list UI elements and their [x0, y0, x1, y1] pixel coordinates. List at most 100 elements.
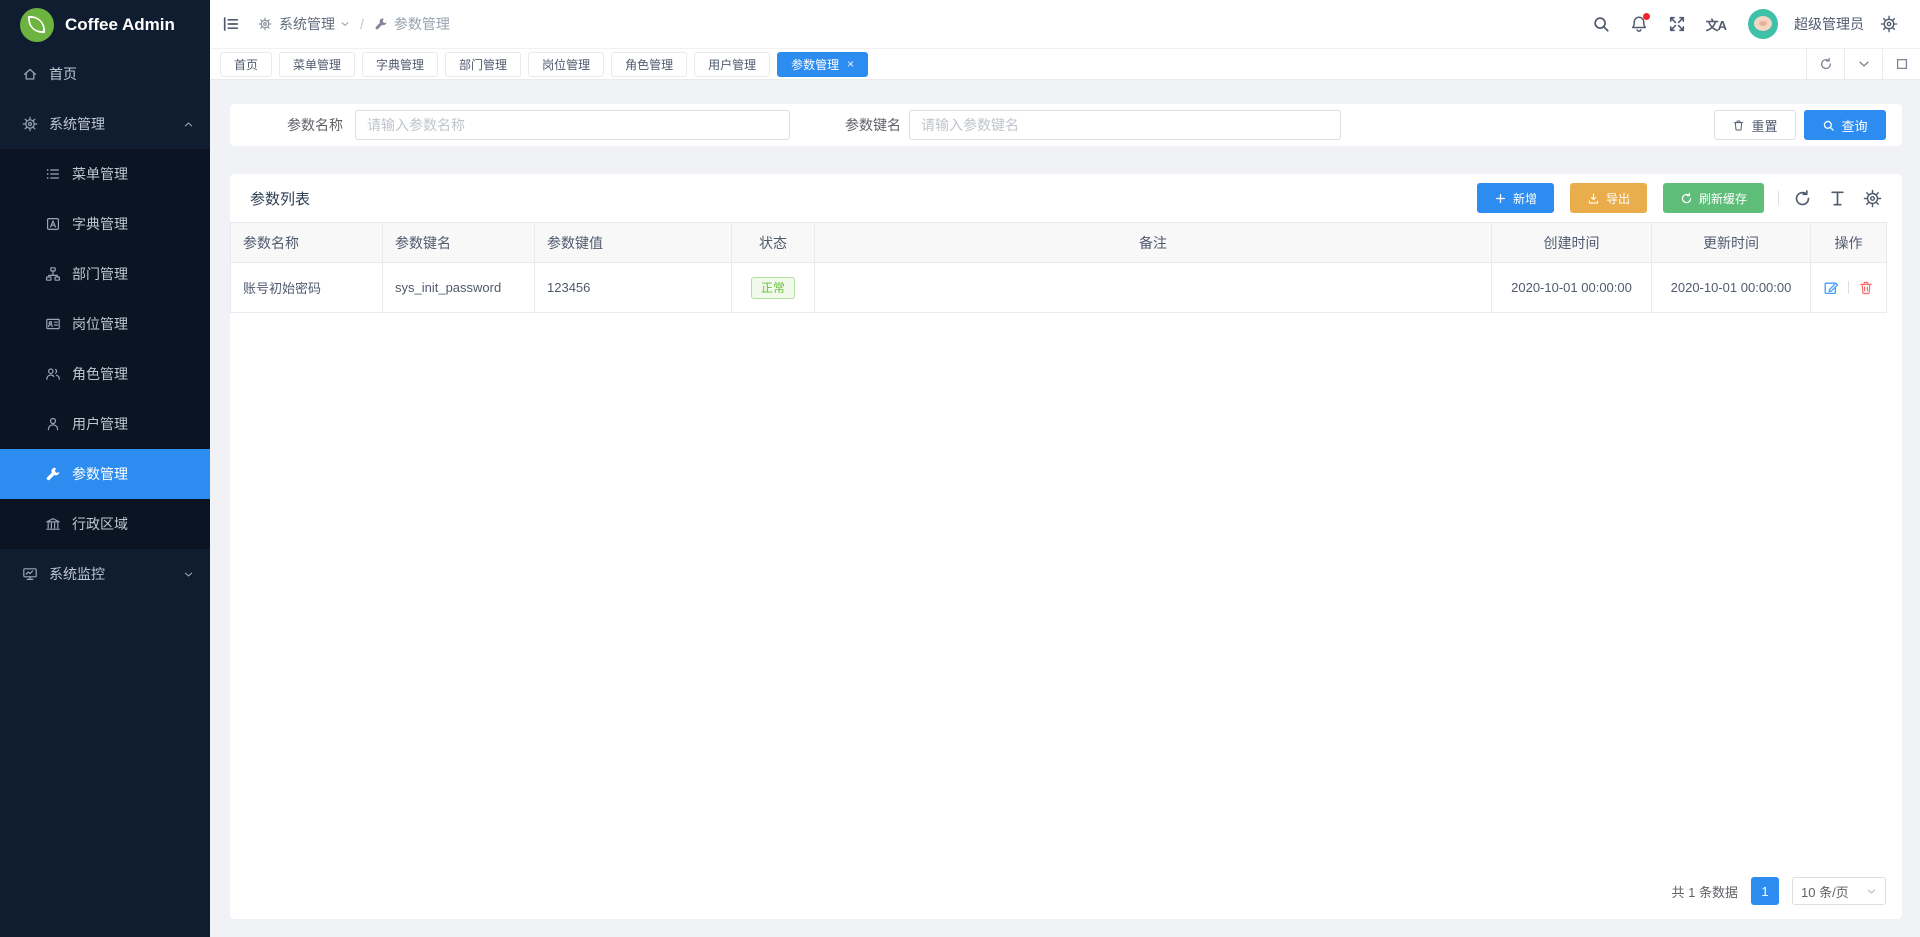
sidebar-item-label: 首页 — [49, 64, 77, 84]
user-name[interactable]: 超级管理员 — [1794, 14, 1864, 34]
menu-fold-icon[interactable] — [222, 15, 240, 33]
home-icon — [22, 66, 38, 82]
row-height-icon[interactable] — [1828, 189, 1847, 208]
search-form-card: 参数名称 参数键名 重置 查询 — [230, 104, 1902, 146]
param-table: 参数名称 参数键名 参数键值 状态 备注 创建时间 更新时间 操作 — [230, 222, 1887, 313]
search-icon[interactable] — [1592, 15, 1610, 33]
sidebar-item-system-management[interactable]: 系统管理 — [0, 99, 210, 149]
sidebar-item-param-management[interactable]: 参数管理 — [0, 449, 210, 499]
chevron-down-icon — [340, 19, 350, 29]
divider — [1848, 281, 1849, 294]
tab-user-management[interactable]: 用户管理 — [694, 52, 770, 77]
delete-icon[interactable] — [1858, 280, 1874, 296]
leaf-logo-icon — [20, 8, 54, 42]
tab-role-management[interactable]: 角色管理 — [611, 52, 687, 77]
translate-icon[interactable]: 文A — [1706, 15, 1726, 34]
tab-dict-management[interactable]: 字典管理 — [362, 52, 438, 77]
avatar[interactable] — [1748, 9, 1778, 39]
breadcrumb-page: 参数管理 — [374, 14, 450, 34]
sidebar-item-label: 行政区域 — [72, 514, 128, 534]
chevron-down-icon — [1866, 886, 1877, 897]
sidebar-item-label: 参数管理 — [72, 464, 128, 484]
monitor-icon — [22, 566, 38, 582]
sidebar-item-dict-management[interactable]: 字典管理 — [0, 199, 210, 249]
param-key-label: 参数键名 — [820, 115, 909, 135]
sidebar-item-label: 用户管理 — [72, 414, 128, 434]
tab-tools — [1806, 49, 1920, 79]
fullscreen-icon[interactable] — [1668, 15, 1686, 33]
sidebar-item-user-management[interactable]: 用户管理 — [0, 399, 210, 449]
chevron-down-icon — [1857, 57, 1871, 71]
col-update-time: 更新时间 — [1652, 223, 1811, 263]
cell-param-value: 123456 — [535, 263, 732, 313]
maximize-icon — [1895, 57, 1909, 71]
sidebar: Coffee Admin 首页 系统管理 菜单管理 字典管理 — [0, 0, 210, 937]
refresh-cache-button[interactable]: 刷新缓存 — [1663, 183, 1764, 213]
reset-button[interactable]: 重置 — [1714, 110, 1796, 140]
org-tree-icon — [45, 266, 61, 282]
tab-home[interactable]: 首页 — [220, 52, 272, 77]
wrench-icon — [45, 466, 61, 482]
tab-list-dropdown-button[interactable] — [1844, 49, 1882, 79]
cell-param-key: sys_init_password — [383, 263, 535, 313]
sidebar-item-dept-management[interactable]: 部门管理 — [0, 249, 210, 299]
notifications-button[interactable] — [1630, 15, 1648, 33]
page-number-button[interactable]: 1 — [1751, 877, 1779, 905]
content-area: 参数名称 参数键名 重置 查询 — [210, 80, 1920, 937]
app-logo[interactable]: Coffee Admin — [0, 0, 210, 49]
sidebar-item-role-management[interactable]: 角色管理 — [0, 349, 210, 399]
search-buttons: 重置 查询 — [1714, 110, 1886, 140]
list-icon — [45, 166, 61, 182]
col-remark: 备注 — [815, 223, 1492, 263]
sidebar-item-admin-region[interactable]: 行政区域 — [0, 499, 210, 549]
sidebar-item-menu-management[interactable]: 菜单管理 — [0, 149, 210, 199]
gear-icon — [22, 116, 38, 132]
tab-post-management[interactable]: 岗位管理 — [528, 52, 604, 77]
add-button[interactable]: 新增 — [1477, 183, 1554, 213]
refresh-table-icon[interactable] — [1793, 189, 1812, 208]
sidebar-item-label: 系统管理 — [49, 114, 105, 134]
app-root: Coffee Admin 首页 系统管理 菜单管理 字典管理 — [0, 0, 1920, 937]
tab-menu-management[interactable]: 菜单管理 — [279, 52, 355, 77]
main-column: 系统管理 / 参数管理 文A 超级管理员 — [210, 0, 1920, 937]
tab-dept-management[interactable]: 部门管理 — [445, 52, 521, 77]
table-header-row: 参数名称 参数键名 参数键值 状态 备注 创建时间 更新时间 操作 — [231, 223, 1887, 263]
sidebar-item-post-management[interactable]: 岗位管理 — [0, 299, 210, 349]
breadcrumb: 系统管理 / 参数管理 — [258, 14, 450, 34]
search-icon — [1822, 119, 1835, 132]
sidebar-item-label: 岗位管理 — [72, 314, 128, 334]
param-list-card: 参数列表 新增 导出 刷新缓存 — [230, 174, 1902, 919]
sidebar-menu: 首页 系统管理 菜单管理 字典管理 部门管理 — [0, 49, 210, 937]
param-name-input[interactable] — [355, 110, 790, 140]
col-param-name: 参数名称 — [231, 223, 383, 263]
edit-icon[interactable] — [1823, 280, 1839, 296]
export-button[interactable]: 导出 — [1570, 183, 1647, 213]
breadcrumb-section[interactable]: 系统管理 — [279, 14, 350, 34]
table-container: 参数名称 参数键名 参数键值 状态 备注 创建时间 更新时间 操作 — [230, 222, 1902, 313]
badge-icon — [45, 316, 61, 332]
close-icon[interactable]: × — [847, 57, 854, 71]
cell-actions — [1811, 263, 1887, 313]
tab-bar: 首页 菜单管理 字典管理 部门管理 岗位管理 角色管理 用户管理 参数管理 × — [210, 49, 1920, 80]
col-param-key: 参数键名 — [383, 223, 535, 263]
bank-icon — [45, 516, 61, 532]
pagination-total: 共 1 条数据 — [1672, 882, 1738, 901]
query-button[interactable]: 查询 — [1804, 110, 1886, 140]
status-badge: 正常 — [751, 277, 795, 299]
page-size-select[interactable]: 10 条/页 — [1792, 877, 1886, 905]
topbar-actions: 文A 超级管理员 — [1592, 9, 1898, 39]
refresh-tab-button[interactable] — [1806, 49, 1844, 79]
column-settings-gear-icon[interactable] — [1863, 189, 1882, 208]
cell-create-time: 2020-10-01 00:00:00 — [1492, 263, 1652, 313]
sidebar-item-home[interactable]: 首页 — [0, 49, 210, 99]
param-key-input[interactable] — [909, 110, 1341, 140]
card-actions: 新增 导出 刷新缓存 — [1477, 183, 1882, 213]
topbar: 系统管理 / 参数管理 文A 超级管理员 — [210, 0, 1920, 49]
tab-param-management[interactable]: 参数管理 × — [777, 52, 868, 77]
sidebar-item-system-monitor[interactable]: 系统监控 — [0, 549, 210, 599]
card-title: 参数列表 — [250, 188, 310, 209]
sidebar-item-label: 角色管理 — [72, 364, 128, 384]
settings-gear-icon[interactable] — [1880, 15, 1898, 33]
maximize-content-button[interactable] — [1882, 49, 1920, 79]
dictionary-icon — [45, 216, 61, 232]
